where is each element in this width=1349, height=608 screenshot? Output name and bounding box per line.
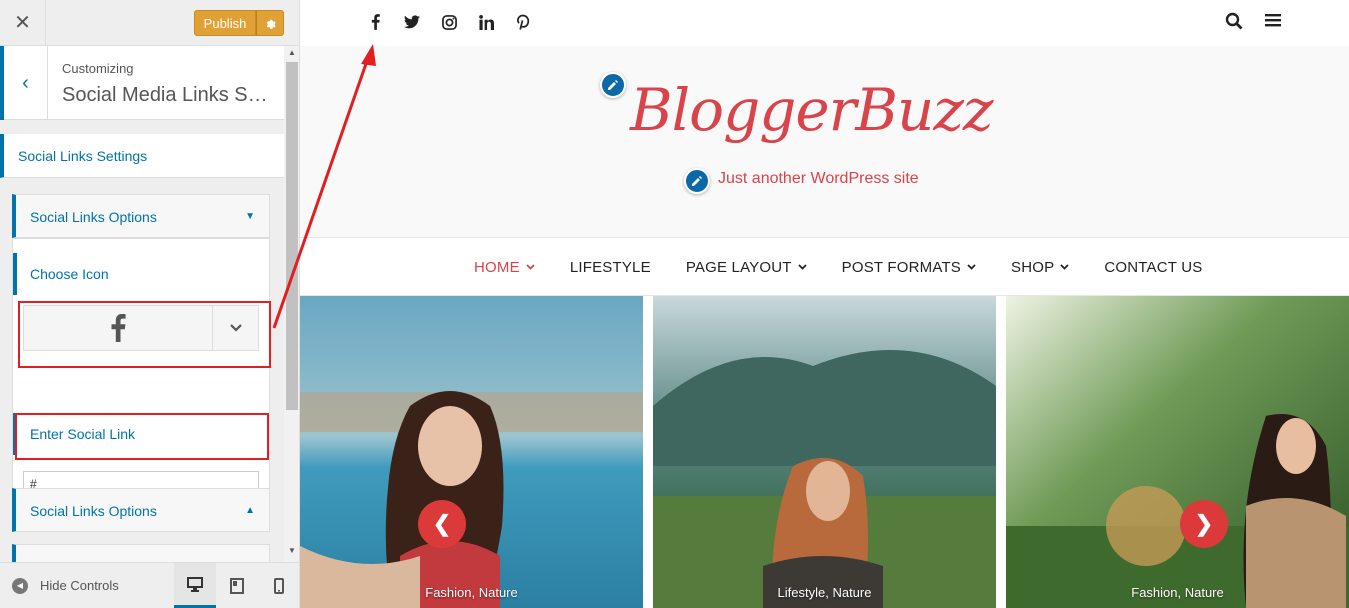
chevron-down-icon xyxy=(798,262,807,272)
nav-label: SHOP xyxy=(1011,258,1055,276)
slide-image xyxy=(1006,296,1349,608)
repeater-item-body: Choose Icon Enter Social Link xyxy=(12,238,270,520)
edit-tagline-pencil-icon[interactable] xyxy=(684,168,710,194)
repeater-item-label: Social Links Options xyxy=(30,209,157,225)
scroll-up-icon[interactable]: ▲ xyxy=(288,48,296,57)
scrollbar[interactable]: ▲ ▼ xyxy=(284,46,299,562)
slide-category[interactable]: Fashion, Nature xyxy=(1006,585,1349,600)
scroll-thumb[interactable] xyxy=(286,62,298,410)
hide-controls-button[interactable]: ◀ Hide Controls xyxy=(12,563,119,608)
customizer-header: ✕ Publish xyxy=(0,0,299,46)
nav-label: CONTACT US xyxy=(1104,258,1203,276)
repeater-item-label-2: Social Links Options xyxy=(30,503,157,519)
pinterest-icon[interactable] xyxy=(514,12,532,32)
nav-item-contact-us[interactable]: CONTACT US xyxy=(1104,259,1202,276)
nav-label: POST FORMATS xyxy=(841,258,962,276)
hide-controls-label: Hide Controls xyxy=(40,578,119,593)
device-switcher xyxy=(174,563,299,608)
slider-next-button[interactable]: ❯ xyxy=(1180,500,1228,548)
panel-title: ‹ Customizing Social Media Links Setti… xyxy=(0,46,284,120)
slider-prev-button[interactable]: ❮ xyxy=(418,500,466,548)
section-social-links-settings[interactable]: Social Links Settings xyxy=(0,134,284,178)
featured-slider: Fashion, Nature Lifestyle, Nature Fashio… xyxy=(300,296,1349,608)
repeater-item-header[interactable]: Social Links Options ▼ xyxy=(12,194,270,238)
slide-category[interactable]: Fashion, Nature xyxy=(300,585,643,600)
publish-group: Publish xyxy=(194,10,284,36)
customizer-footer: ◀ Hide Controls xyxy=(0,562,299,608)
back-icon[interactable]: ‹ xyxy=(0,46,48,120)
twitter-icon[interactable] xyxy=(403,12,421,32)
instagram-icon[interactable] xyxy=(440,12,458,32)
nav-menu: HOME LIFESTYLE PAGE LAYOUT POST FORMATS xyxy=(474,238,1237,296)
caret-down-icon[interactable]: ▼ xyxy=(245,195,255,239)
site-tagline: Just another WordPress site xyxy=(718,170,919,187)
site-header: BloggerBuzz Just another WordPress site xyxy=(300,46,1349,238)
chevron-down-icon xyxy=(967,262,976,272)
chevron-down-icon xyxy=(1060,262,1069,272)
repeater-item-header-3[interactable] xyxy=(12,544,270,562)
slide-image xyxy=(300,296,643,608)
slide-category[interactable]: Lifestyle, Nature xyxy=(653,585,996,600)
scroll-down-icon[interactable]: ▼ xyxy=(288,546,296,555)
slide-card[interactable]: Fashion, Nature xyxy=(1006,296,1349,608)
choose-icon-label: Choose Icon xyxy=(13,253,269,295)
close-icon[interactable]: ✕ xyxy=(0,0,46,45)
nav-label: HOME xyxy=(474,258,520,276)
top-actions xyxy=(1225,12,1281,35)
facebook-icon[interactable] xyxy=(366,12,384,32)
menu-icon[interactable] xyxy=(1265,12,1281,35)
site-title[interactable]: BloggerBuzz xyxy=(630,76,993,144)
social-links xyxy=(366,12,532,32)
top-bar xyxy=(300,0,1349,46)
nav-item-home[interactable]: HOME xyxy=(474,259,535,276)
nav-item-page-layout[interactable]: PAGE LAYOUT xyxy=(686,259,807,276)
collapse-icon: ◀ xyxy=(12,578,28,594)
slide-card[interactable]: Fashion, Nature xyxy=(300,296,643,608)
mobile-icon[interactable] xyxy=(258,563,299,608)
nav-label: PAGE LAYOUT xyxy=(685,258,792,276)
chevron-down-icon xyxy=(526,262,535,272)
panel-heading: Social Media Links Setti… xyxy=(62,84,276,106)
highlight-icon-select xyxy=(18,301,271,368)
repeater-item-header-2[interactable]: Social Links Options ▲ xyxy=(12,488,270,532)
desktop-icon[interactable] xyxy=(174,563,216,608)
linkedin-icon[interactable] xyxy=(477,12,495,32)
caret-up-icon[interactable]: ▲ xyxy=(245,489,255,533)
edit-title-pencil-icon[interactable] xyxy=(600,72,626,98)
gear-icon[interactable] xyxy=(256,10,284,36)
nav-item-shop[interactable]: SHOP xyxy=(1011,259,1069,276)
nav-label: LIFESTYLE xyxy=(569,258,651,276)
nav-item-post-formats[interactable]: POST FORMATS xyxy=(842,259,976,276)
publish-button[interactable]: Publish xyxy=(194,10,256,36)
main-navigation: HOME LIFESTYLE PAGE LAYOUT POST FORMATS xyxy=(300,238,1349,296)
site-preview: BloggerBuzz Just another WordPress site … xyxy=(300,0,1349,608)
tablet-icon[interactable] xyxy=(216,563,258,608)
slide-image xyxy=(653,296,996,608)
search-icon[interactable] xyxy=(1225,12,1243,35)
slide-card[interactable]: Lifestyle, Nature xyxy=(653,296,996,608)
breadcrumb: Customizing xyxy=(62,61,134,76)
highlight-link-input xyxy=(15,413,269,460)
nav-item-lifestyle[interactable]: LIFESTYLE xyxy=(570,259,651,276)
